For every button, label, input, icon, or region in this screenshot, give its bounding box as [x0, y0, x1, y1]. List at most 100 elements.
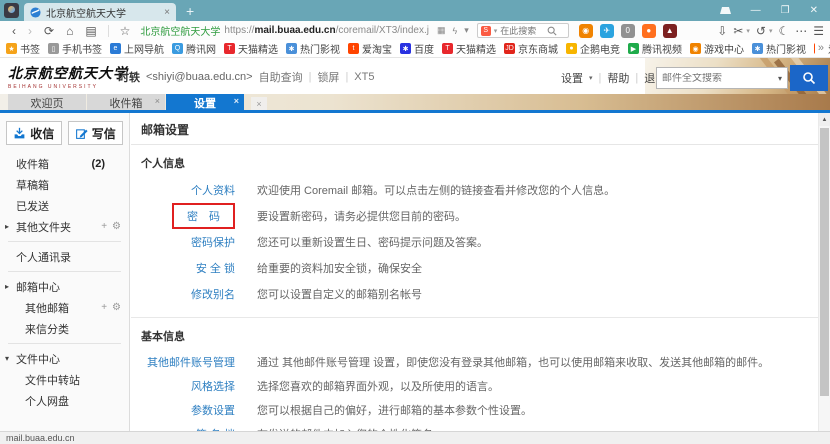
sidebar-item-drafts[interactable]: 草稿箱 [0, 174, 129, 195]
alias-link[interactable]: 修改别名 [131, 286, 235, 302]
bookmark-item[interactable]: T天猫精选 [224, 41, 278, 56]
history-icon[interactable]: ↺ [756, 24, 766, 38]
bookmark-item[interactable]: ✱热门影视 [752, 41, 806, 56]
password-link[interactable]: 密 码 [187, 211, 220, 223]
night-mode-icon[interactable]: ☾ [778, 24, 789, 38]
scrollbar-thumb[interactable] [820, 128, 829, 396]
compose-mail-button[interactable]: 写信 [68, 121, 124, 145]
profile-avatar-icon[interactable] [4, 3, 19, 18]
profile-link[interactable]: 个人资料 [131, 182, 235, 198]
bookmark-item[interactable]: ▯手机书签 [48, 41, 102, 56]
search-scope-dropdown-icon[interactable]: ▾ [778, 74, 782, 83]
lock-screen-link[interactable]: 锁屏 [317, 69, 339, 85]
bookmark-star-icon: ★ [6, 43, 17, 54]
bookmark-item[interactable]: ✱热门影视 [286, 41, 340, 56]
more-icon[interactable]: ⋯ [795, 24, 807, 38]
chevron-down-icon[interactable]: ▾ [5, 354, 9, 363]
security-lock-link[interactable]: 安 全 锁 [131, 260, 235, 276]
tab-close-icon[interactable]: × [164, 7, 170, 18]
quick-search-box[interactable]: S ▾ [477, 23, 569, 38]
bookmark-item[interactable]: ★书签 [6, 41, 40, 56]
bookmark-item[interactable]: ●企鹅电竞 [566, 41, 620, 56]
sidebar-item-file-center[interactable]: ▾ 文件中心 [0, 348, 129, 369]
badge-extension-icon[interactable]: 0 [621, 24, 635, 38]
sidebar-item-mail-rules[interactable]: 来信分类 [0, 318, 129, 339]
bookmarks-overflow-icon[interactable]: » [815, 42, 827, 54]
home-icon[interactable]: ⌂ [66, 25, 73, 37]
scroll-up-icon[interactable]: ▲ [819, 113, 830, 126]
mail-search-input[interactable] [662, 73, 778, 84]
sidebar-item-other-folders[interactable]: ▸ 其他文件夹 +⚙ [0, 216, 129, 237]
settings-dropdown-icon[interactable]: ▾ [589, 74, 593, 82]
gear-icon[interactable]: ⚙ [112, 221, 121, 232]
sidebar-item-sent[interactable]: 已发送 [0, 195, 129, 216]
self-service-link[interactable]: 自助查询 [259, 69, 303, 85]
bookmark-item[interactable]: ✱百度 [400, 41, 434, 56]
sidebar-item-contacts[interactable]: 个人通讯录 [0, 246, 129, 267]
chevron-right-icon[interactable]: ▸ [5, 282, 9, 291]
url-path: /coremail/XT3/index.j [336, 25, 429, 36]
engine-dropdown-icon[interactable]: ▾ [494, 27, 498, 35]
settings-menu-button[interactable]: 设置 [561, 70, 583, 86]
pdf-extension-icon[interactable]: ▲ [663, 24, 677, 38]
screenshot-icon[interactable]: ✂ [733, 24, 743, 38]
bookmark-item[interactable]: ◉游戏中心 [690, 41, 744, 56]
menu-icon[interactable]: ☰ [813, 24, 824, 38]
mail-search-button[interactable] [790, 65, 828, 91]
quick-search-input[interactable] [500, 26, 544, 36]
gear-icon[interactable]: ⚙ [112, 302, 121, 313]
maximize-button[interactable]: ❐ [781, 5, 790, 16]
forward-icon[interactable]: › [28, 25, 32, 37]
bird-extension-icon[interactable]: ✈ [600, 24, 614, 38]
add-account-icon[interactable]: + [101, 302, 107, 313]
xt5-link[interactable]: XT5 [354, 71, 374, 83]
password-protect-link[interactable]: 密码保护 [131, 234, 235, 250]
sidebar-item-inbox[interactable]: 收件箱(2) [0, 153, 129, 174]
bookmark-item[interactable]: ▶腾讯视频 [628, 41, 682, 56]
vertical-scrollbar[interactable]: ▲ [818, 113, 830, 431]
favorite-star-icon[interactable]: ☆ [120, 25, 131, 37]
bookmark-item[interactable]: JD京东商城 [504, 41, 558, 56]
tab-close-icon[interactable]: × [155, 96, 160, 106]
shopping-extension-icon[interactable]: ● [642, 24, 656, 38]
skin-icon[interactable] [720, 7, 731, 14]
ghost-close-icon[interactable]: × [251, 97, 267, 111]
sidebar-item-file-transfer[interactable]: 文件中转站 [0, 369, 129, 390]
parameters-link[interactable]: 参数设置 [131, 402, 235, 418]
other-accounts-link[interactable]: 其他邮件账号管理 [131, 354, 235, 370]
browser-tab[interactable]: 北京航空航天大学 × [24, 3, 176, 21]
receive-mail-button[interactable]: 收信 [6, 121, 62, 145]
refresh-icon[interactable]: ⟳ [44, 25, 54, 37]
game-center-extension-icon[interactable]: ◉ [579, 24, 593, 38]
reading-list-icon[interactable]: ▤ [85, 25, 96, 37]
sidebar-item-other-accounts[interactable]: 其他邮箱 +⚙ [0, 297, 129, 318]
new-tab-button[interactable]: + [186, 4, 194, 18]
chevron-right-icon[interactable]: ▸ [5, 222, 9, 231]
history-dropdown-icon[interactable]: ▾ [769, 27, 773, 35]
mail-search-box[interactable]: ▾ [656, 67, 788, 89]
qr-code-icon[interactable]: ▦ [437, 25, 446, 36]
screenshot-dropdown-icon[interactable]: ▾ [746, 27, 750, 35]
style-link[interactable]: 风格选择 [131, 378, 235, 394]
page-title: 邮箱设置 [131, 113, 818, 145]
back-icon[interactable]: ‹ [12, 25, 16, 37]
download-icon[interactable]: ⇩ [717, 24, 727, 38]
bookmark-item[interactable]: T天猫精选 [442, 41, 496, 56]
url-dropdown-icon[interactable]: ▾ [464, 25, 469, 36]
sidebar-item-personal-drive[interactable]: 个人网盘 [0, 390, 129, 411]
minimize-button[interactable]: — [751, 5, 761, 16]
tab-close-icon[interactable]: × [234, 96, 239, 106]
address-bar[interactable]: https://mail.buaa.edu.cn/coremail/XT3/in… [224, 25, 429, 36]
bookmark-item[interactable]: t爱淘宝 [348, 41, 392, 56]
window-close-button[interactable]: ✕ [810, 5, 818, 16]
search-engine-icon[interactable]: S [481, 26, 491, 36]
add-folder-icon[interactable]: + [101, 221, 107, 232]
compat-mode-icon[interactable]: ϟ [452, 26, 457, 36]
bookmark-item[interactable]: e上网导航 [110, 41, 164, 56]
site-identity-label[interactable]: 北京航空航天大学 [140, 23, 220, 38]
browser-tab-bar: 北京航空航天大学 × + — ❐ ✕ [0, 0, 830, 21]
sidebar-item-mail-center[interactable]: ▸ 邮箱中心 [0, 276, 129, 297]
help-link[interactable]: 帮助 [607, 70, 629, 86]
search-icon[interactable] [547, 26, 557, 36]
bookmark-item[interactable]: Q腾讯网 [172, 41, 216, 56]
